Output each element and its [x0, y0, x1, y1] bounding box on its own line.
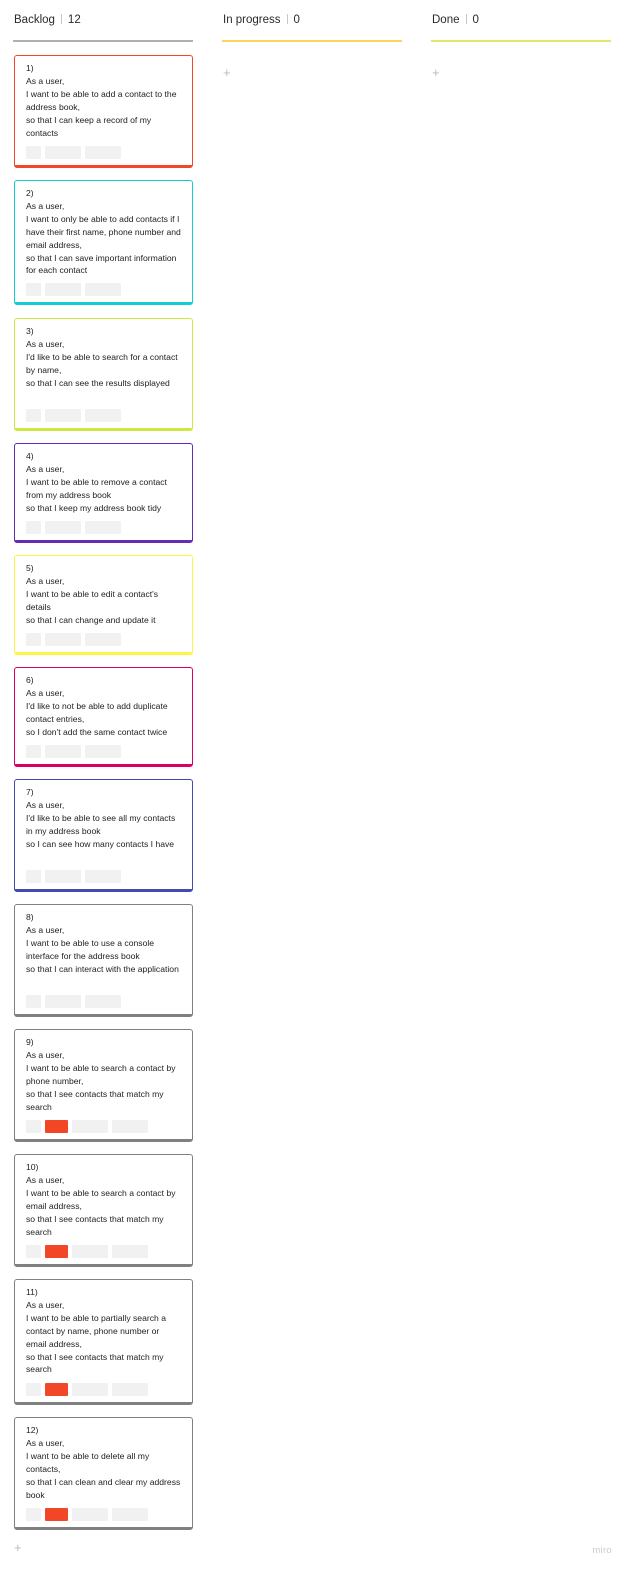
miro-watermark: miro: [592, 1545, 612, 1556]
card-9[interactable]: 9) As a user, I want to be able to searc…: [14, 1029, 193, 1142]
meta-chip[interactable]: [45, 870, 81, 883]
card-text: 1) As a user, I want to be able to add a…: [26, 63, 177, 138]
card-meta: [26, 1245, 148, 1258]
header-divider: [465, 14, 467, 24]
meta-chip[interactable]: [112, 1120, 148, 1133]
header-divider: [60, 14, 62, 24]
meta-chip[interactable]: [85, 995, 121, 1008]
card-5[interactable]: 5) As a user, I want to be able to edit …: [14, 555, 193, 655]
card-6[interactable]: 6) As a user, I'd like to not be able to…: [14, 667, 193, 767]
meta-chip[interactable]: [85, 745, 121, 758]
meta-chip[interactable]: [85, 633, 121, 646]
meta-chip[interactable]: [45, 409, 81, 422]
meta-chip[interactable]: [85, 409, 121, 422]
add-card-done-icon[interactable]: +: [432, 66, 440, 79]
tag-chip[interactable]: [45, 1245, 68, 1258]
meta-chip[interactable]: [26, 146, 41, 159]
card-8[interactable]: 8) As a user, I want to be able to use a…: [14, 904, 193, 1017]
meta-chip[interactable]: [45, 745, 81, 758]
column-header-in-progress[interactable]: In progress 0: [222, 10, 402, 42]
column-count: 0: [472, 14, 479, 26]
card-meta: [26, 995, 121, 1008]
card-2[interactable]: 2) As a user, I want to only be able to …: [14, 180, 193, 305]
tag-chip[interactable]: [45, 1120, 68, 1133]
meta-chip[interactable]: [72, 1508, 108, 1521]
card-text: 9) As a user, I want to be able to searc…: [26, 1037, 176, 1112]
meta-chip[interactable]: [45, 995, 81, 1008]
meta-chip[interactable]: [72, 1120, 108, 1133]
card-text: 2) As a user, I want to only be able to …: [26, 188, 181, 276]
card-11[interactable]: 11) As a user, I want to be able to part…: [14, 1279, 193, 1405]
meta-chip[interactable]: [26, 283, 41, 296]
meta-chip[interactable]: [112, 1508, 148, 1521]
add-card-in-progress-icon[interactable]: +: [223, 66, 231, 79]
add-card-backlog-icon[interactable]: +: [14, 1541, 22, 1554]
card-text: 3) As a user, I'd like to be able to sea…: [26, 326, 178, 388]
card-text: 4) As a user, I want to be able to remov…: [26, 451, 167, 513]
card-meta: [26, 1120, 148, 1133]
meta-chip[interactable]: [26, 870, 41, 883]
column-count: 0: [293, 14, 300, 26]
meta-chip[interactable]: [26, 409, 41, 422]
meta-chip[interactable]: [85, 283, 121, 296]
column-header-done[interactable]: Done 0: [431, 10, 611, 42]
card-text: 6) As a user, I'd like to not be able to…: [26, 675, 168, 737]
card-text: 10) As a user, I want to be able to sear…: [26, 1162, 176, 1237]
column-header-backlog[interactable]: Backlog 12: [13, 10, 193, 42]
column-count: 12: [67, 14, 81, 26]
card-meta: [26, 1383, 148, 1396]
meta-chip[interactable]: [45, 283, 81, 296]
meta-chip[interactable]: [26, 745, 41, 758]
tag-chip[interactable]: [45, 1383, 68, 1396]
column-title: Backlog: [14, 14, 55, 26]
card-3[interactable]: 3) As a user, I'd like to be able to sea…: [14, 318, 193, 431]
meta-chip[interactable]: [26, 633, 41, 646]
meta-chip[interactable]: [45, 146, 81, 159]
meta-chip[interactable]: [26, 1120, 41, 1133]
meta-chip[interactable]: [112, 1383, 148, 1396]
meta-chip[interactable]: [26, 995, 41, 1008]
card-meta: [26, 870, 121, 883]
meta-chip[interactable]: [26, 1508, 41, 1521]
meta-chip[interactable]: [85, 521, 121, 534]
card-meta: [26, 521, 121, 534]
card-meta: [26, 283, 121, 296]
card-text: 5) As a user, I want to be able to edit …: [26, 563, 159, 625]
card-text: 12) As a user, I want to be able to dele…: [26, 1425, 181, 1500]
meta-chip[interactable]: [26, 1245, 41, 1258]
meta-chip[interactable]: [85, 146, 121, 159]
meta-chip[interactable]: [45, 633, 81, 646]
card-meta: [26, 633, 121, 646]
card-text: 11) As a user, I want to be able to part…: [26, 1287, 166, 1375]
card-meta: [26, 409, 121, 422]
card-7[interactable]: 7) As a user, I'd like to be able to see…: [14, 779, 193, 892]
meta-chip[interactable]: [72, 1245, 108, 1258]
tag-chip[interactable]: [45, 1508, 68, 1521]
column-title: Done: [432, 14, 460, 26]
meta-chip[interactable]: [72, 1383, 108, 1396]
card-4[interactable]: 4) As a user, I want to be able to remov…: [14, 443, 193, 543]
meta-chip[interactable]: [26, 1383, 41, 1396]
card-text: 8) As a user, I want to be able to use a…: [26, 912, 179, 974]
card-text: 7) As a user, I'd like to be able to see…: [26, 787, 176, 849]
meta-chip[interactable]: [112, 1245, 148, 1258]
header-divider: [286, 14, 288, 24]
card-12[interactable]: 12) As a user, I want to be able to dele…: [14, 1417, 193, 1530]
meta-chip[interactable]: [26, 521, 41, 534]
meta-chip[interactable]: [85, 870, 121, 883]
card-meta: [26, 1508, 148, 1521]
card-meta: [26, 146, 121, 159]
card-10[interactable]: 10) As a user, I want to be able to sear…: [14, 1154, 193, 1267]
column-title: In progress: [223, 14, 281, 26]
card-meta: [26, 745, 121, 758]
meta-chip[interactable]: [45, 521, 81, 534]
card-1[interactable]: 1) As a user, I want to be able to add a…: [14, 55, 193, 168]
